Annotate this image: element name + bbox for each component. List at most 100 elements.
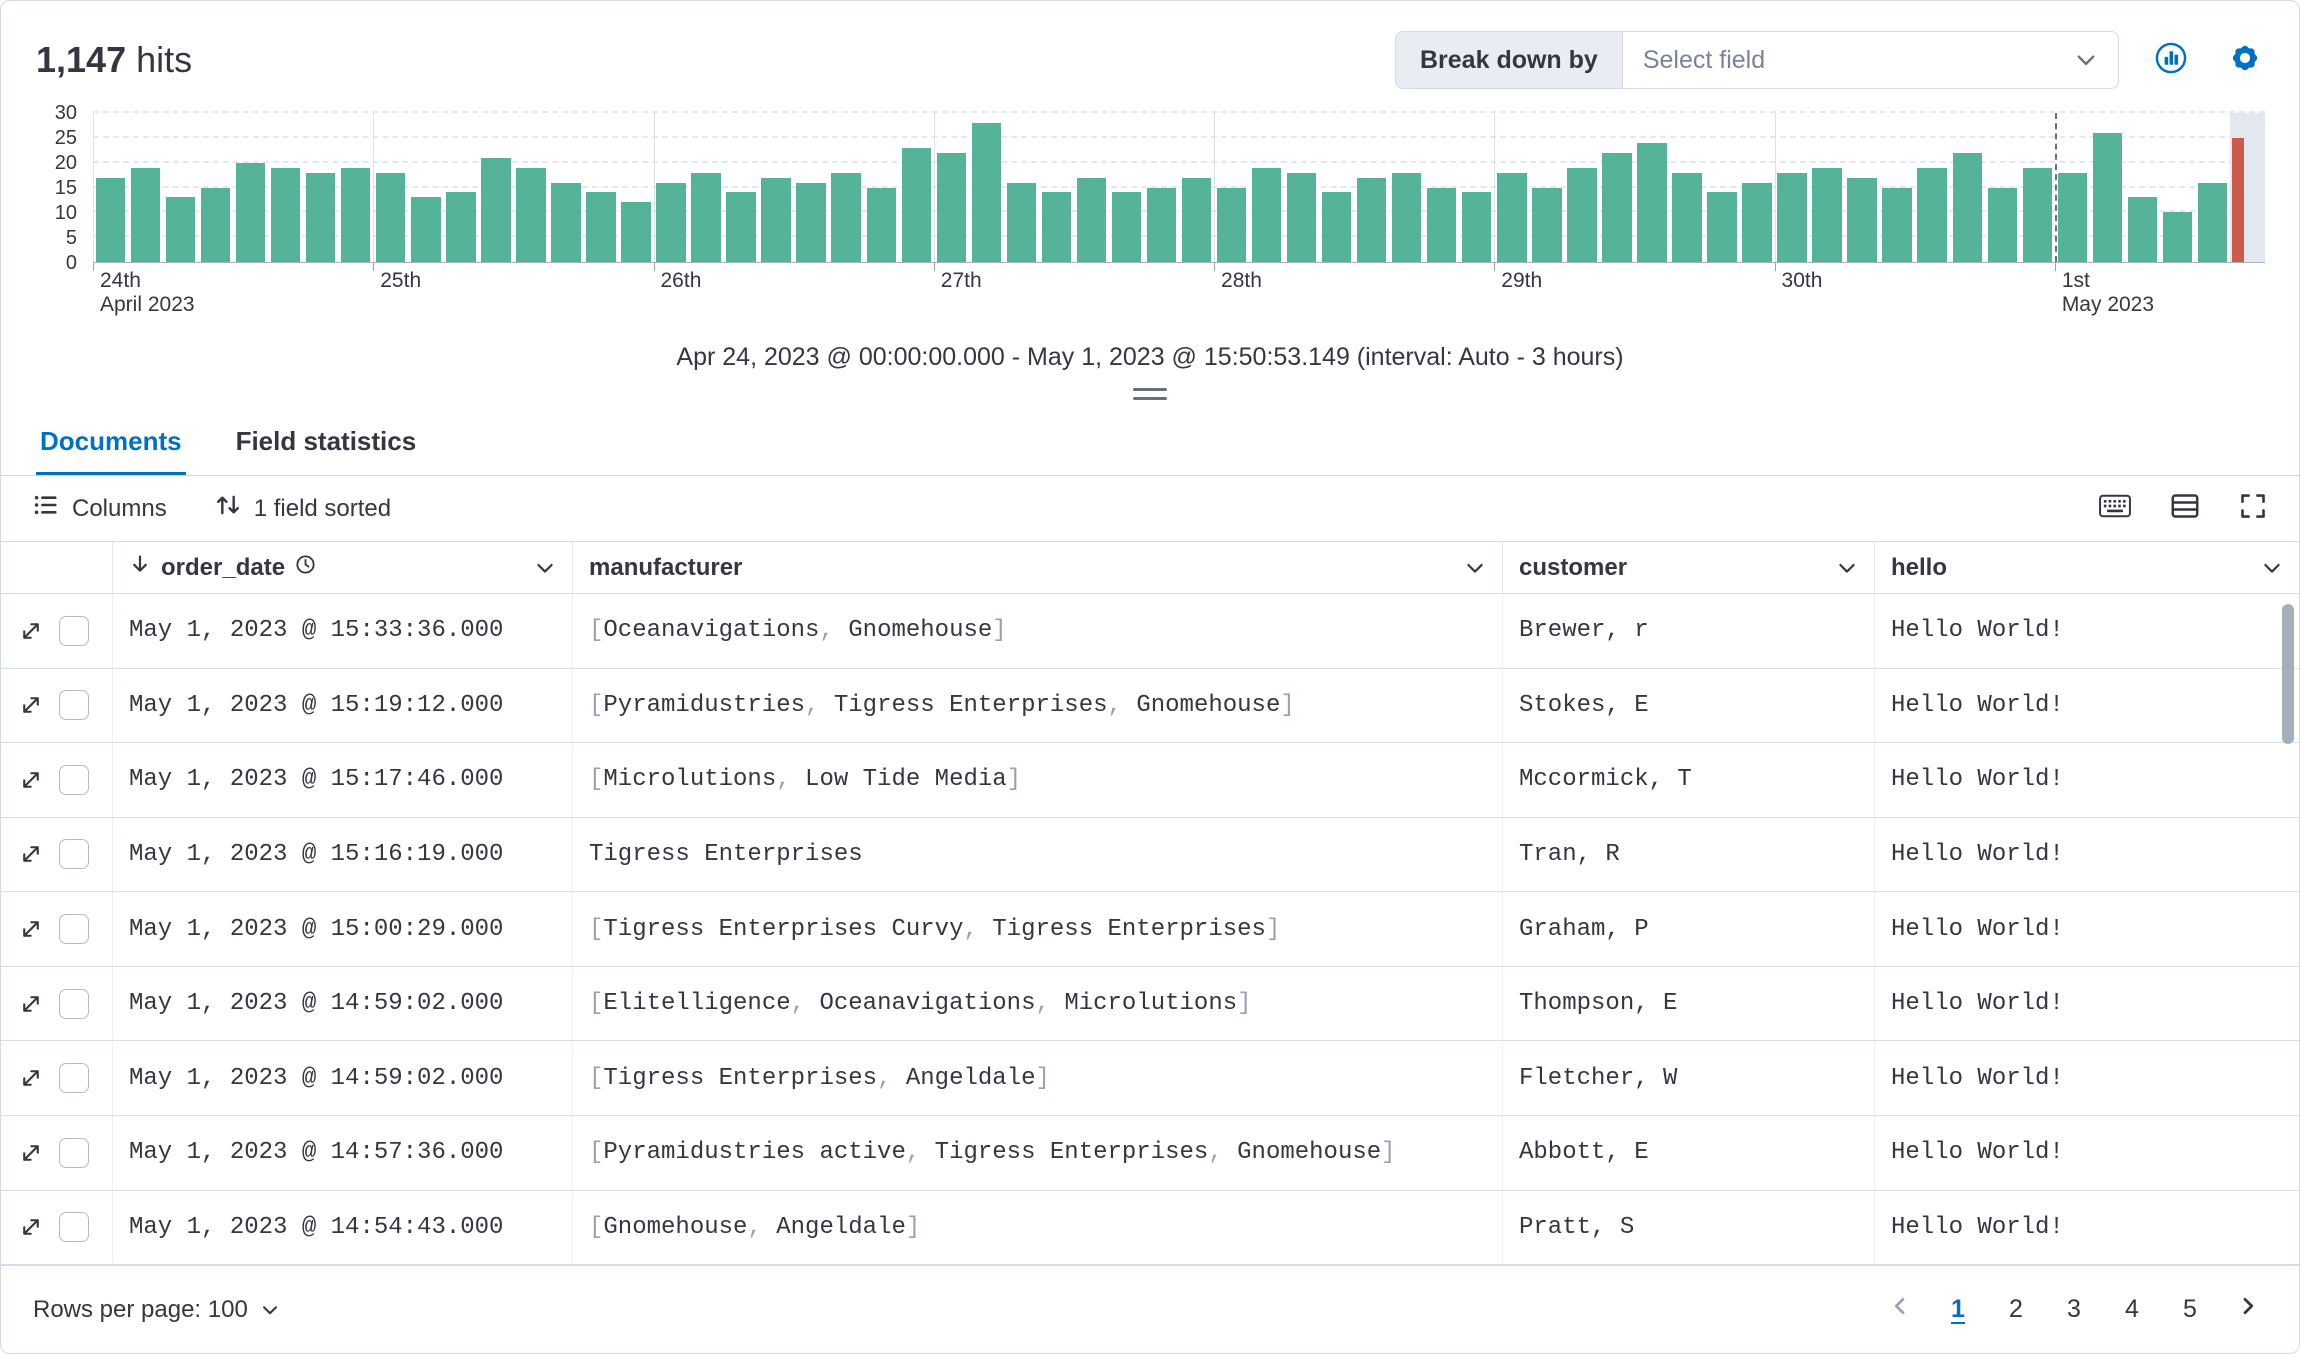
- rows-per-page-button[interactable]: Rows per page: 100: [33, 1296, 280, 1324]
- x-axis-label: 24th April 2023: [100, 269, 195, 317]
- chart-resize-handle[interactable]: [1133, 388, 1167, 400]
- cell-order-date: May 1, 2023 @ 14:59:02.000: [113, 1041, 573, 1115]
- row-checkbox[interactable]: [59, 764, 89, 795]
- discover-panel: 1,147 hits Break down by Select field 0 …: [0, 0, 2300, 1354]
- chart-options-icon: [2153, 40, 2189, 81]
- row-controls: [1, 1190, 113, 1265]
- header-cell-order-date[interactable]: order_date: [113, 542, 573, 593]
- cell-manufacturer: Tigress Enterprises: [573, 817, 1503, 892]
- row-checkbox[interactable]: [59, 839, 89, 870]
- cell-manufacturer: [Tigress Enterprises, Angeldale]: [573, 1041, 1503, 1115]
- histogram-bar: [516, 167, 546, 262]
- tab-documents[interactable]: Documents: [36, 408, 186, 475]
- cell-customer: Abbott, E: [1503, 1115, 1875, 1190]
- histogram-bar: [2127, 197, 2158, 262]
- pagination-pages: 12345: [1935, 1287, 2213, 1333]
- gridline: [93, 135, 2265, 138]
- expand-row-icon[interactable]: [19, 1215, 43, 1239]
- header-cell-hello[interactable]: hello: [1875, 542, 2299, 593]
- hits-count: 1,147: [36, 39, 127, 80]
- header-cell-manufacturer[interactable]: manufacturer: [573, 542, 1503, 593]
- cell-hello: Hello World!: [1891, 617, 2064, 645]
- histogram-bar: [1672, 172, 1702, 262]
- row-checkbox[interactable]: [59, 1137, 89, 1168]
- column-label: order_date: [161, 553, 286, 581]
- table-row: May 1, 2023 @ 15:19:12.000[Pyramidustrie…: [1, 668, 2299, 744]
- expand-row-icon[interactable]: [19, 619, 43, 643]
- header-cell-customer[interactable]: customer: [1503, 542, 1875, 593]
- y-axis-label: 20: [54, 152, 77, 174]
- cell-manufacturer: [Pyramidustries active, Tigress Enterpri…: [573, 1115, 1503, 1190]
- table-row: May 1, 2023 @ 14:59:02.000[Elitelligence…: [1, 966, 2299, 1042]
- chevron-down-icon[interactable]: [1836, 557, 1858, 579]
- chevron-down-icon[interactable]: [2261, 557, 2283, 579]
- cell-customer: Tran, R: [1503, 817, 1875, 892]
- row-checkbox[interactable]: [59, 1212, 89, 1243]
- expand-row-icon[interactable]: [19, 693, 43, 717]
- row-checkbox[interactable]: [59, 988, 89, 1019]
- cell-manufacturer: [Pyramidustries, Tigress Enterprises, Gn…: [573, 668, 1503, 743]
- x-axis-label: 26th: [660, 269, 702, 292]
- row-checkbox[interactable]: [59, 690, 89, 721]
- cell-hello: Hello World!: [1891, 990, 2064, 1018]
- display-options-button[interactable]: [2171, 492, 2199, 525]
- histogram-bar: [130, 167, 161, 262]
- table-row: May 1, 2023 @ 15:16:19.000 Tigress Enterp…: [1, 817, 2299, 893]
- chart-x-axis: 24th April 2023 25th 26th 27th 28th 29th 30th 1s…: [93, 263, 2265, 329]
- keyboard-shortcuts-button[interactable]: [2099, 494, 2131, 523]
- page-button-5[interactable]: 5: [2167, 1287, 2213, 1333]
- fullscreen-button[interactable]: [2239, 492, 2267, 525]
- sorted-label: 1 field sorted: [253, 494, 392, 522]
- histogram-bar: [761, 177, 791, 262]
- histogram-chart: 0 5 10 15 20 25 30: [1, 103, 2299, 273]
- expand-row-icon[interactable]: [19, 1066, 43, 1090]
- chevron-down-icon[interactable]: [534, 557, 556, 579]
- grid-toolbar: Columns 1 field sorted: [1, 476, 2299, 541]
- cell-order-date: May 1, 2023 @ 14:59:02.000: [113, 966, 573, 1041]
- day-separator-line: [2054, 113, 2057, 262]
- expand-row-icon[interactable]: [19, 1141, 43, 1165]
- gridline: [93, 111, 2265, 113]
- page-button-3[interactable]: 3: [2051, 1287, 2097, 1333]
- histogram-bar: [1917, 167, 1947, 262]
- sort-fields-button[interactable]: 1 field sorted: [215, 492, 391, 525]
- row-checkbox[interactable]: [59, 1063, 89, 1094]
- cell-customer: Pratt, S: [1503, 1190, 1875, 1265]
- tab-field-statistics[interactable]: Field statistics: [232, 408, 421, 475]
- row-checkbox[interactable]: [59, 914, 89, 945]
- vertical-scrollbar[interactable]: [2282, 604, 2294, 744]
- expand-row-icon[interactable]: [19, 768, 43, 792]
- page-button-4[interactable]: 4: [2109, 1287, 2155, 1333]
- breakdown-field-select[interactable]: Select field: [1623, 32, 2118, 88]
- chevron-down-icon[interactable]: [1464, 557, 1486, 579]
- cell-customer: Brewer, r: [1503, 594, 1875, 668]
- row-controls: [1, 966, 113, 1041]
- expand-row-icon[interactable]: [19, 992, 43, 1016]
- histogram-bar: [971, 122, 1002, 262]
- chart-options-button[interactable]: [2149, 38, 2193, 82]
- columns-button[interactable]: Columns: [33, 492, 167, 525]
- chart-y-axis: 0 5 10 15 20 25 30: [1, 103, 93, 273]
- fullscreen-icon: [2239, 492, 2267, 525]
- histogram-bar: [2022, 167, 2052, 262]
- cell-customer: Stokes, E: [1503, 668, 1875, 743]
- cell-order-date: May 1, 2023 @ 15:33:36.000: [113, 594, 573, 668]
- expand-row-icon[interactable]: [19, 842, 43, 866]
- y-axis-label: 15: [54, 177, 77, 199]
- histogram-bar: [1041, 192, 1072, 262]
- top-bar-right: Break down by Select field: [1395, 31, 2267, 89]
- previous-page-button[interactable]: [1877, 1287, 1923, 1333]
- page-button-2[interactable]: 2: [1993, 1287, 2039, 1333]
- row-checkbox[interactable]: [59, 615, 89, 646]
- settings-button[interactable]: [2223, 38, 2267, 82]
- histogram-bar: [551, 182, 581, 262]
- histogram-bar: [1882, 187, 1912, 262]
- histogram-bar: [1356, 177, 1387, 262]
- cell-order-date: May 1, 2023 @ 14:54:43.000: [113, 1190, 573, 1265]
- page-button-1[interactable]: 1: [1935, 1287, 1981, 1333]
- histogram-bar: [270, 167, 301, 262]
- next-page-button[interactable]: [2225, 1287, 2271, 1333]
- expand-row-icon[interactable]: [19, 917, 43, 941]
- table-row: May 1, 2023 @ 15:00:29.000[Tigress Enter…: [1, 892, 2299, 967]
- histogram-bar: [1602, 152, 1632, 262]
